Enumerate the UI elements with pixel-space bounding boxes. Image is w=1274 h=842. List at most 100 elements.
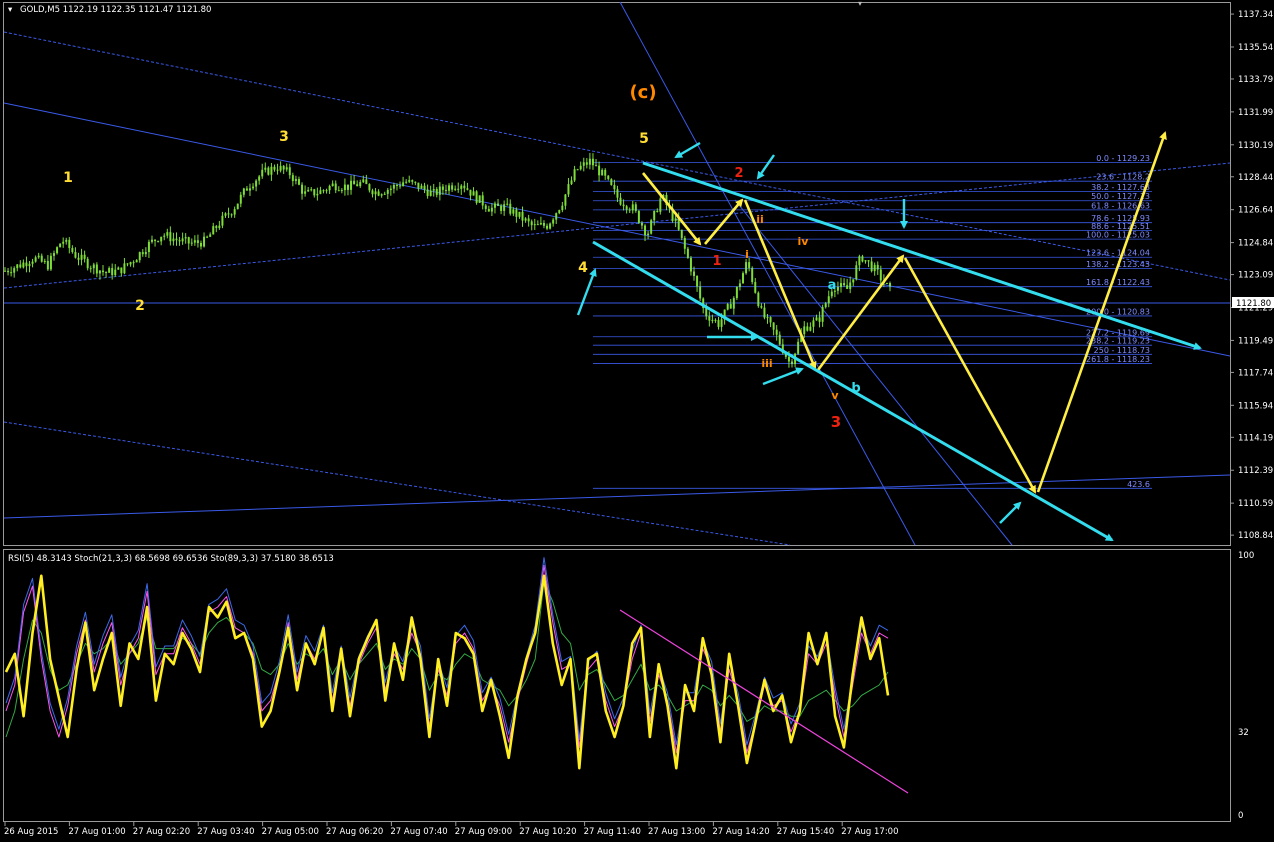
time-label: 27 Aug 07:40 (390, 827, 447, 837)
candle-body (836, 286, 839, 291)
price-label: 1133.79 (1238, 75, 1273, 85)
candle-body (334, 183, 337, 191)
candle-body (25, 262, 28, 267)
candle-body (827, 296, 830, 304)
candle-body (766, 317, 769, 319)
candle-body (279, 165, 282, 171)
wave-label: a (828, 278, 837, 293)
wave-label: 5 (639, 131, 649, 147)
candle-body (656, 210, 659, 212)
oscillator-series (4, 557, 909, 794)
candle-body (108, 268, 111, 273)
candle-body (622, 204, 625, 207)
candle-body (83, 254, 86, 259)
candle-body (493, 203, 496, 208)
candle-body (628, 209, 631, 211)
candle-body (218, 225, 221, 228)
candle-body (769, 317, 772, 323)
candle-body (178, 240, 181, 242)
candle-body (221, 215, 224, 226)
pointer-arrow (674, 141, 701, 159)
candle-body (561, 205, 564, 211)
candle-body (114, 269, 117, 276)
scroll-marker-icon[interactable]: ▾ (858, 0, 862, 8)
trend-line (619, 1, 916, 546)
chart-dropdown-icon[interactable]: ▾ (8, 5, 13, 15)
candle-body (89, 268, 92, 270)
candle-body (591, 158, 594, 166)
candle-body (527, 218, 530, 222)
candle-body (533, 224, 536, 226)
pointer-arrow (756, 154, 775, 180)
oscillator-axis-label: 100 (1238, 551, 1254, 561)
time-label: 27 Aug 17:00 (841, 827, 898, 837)
time-label: 27 Aug 13:00 (648, 827, 705, 837)
wave-label: 2 (135, 298, 145, 314)
time-label: 27 Aug 01:00 (68, 827, 125, 837)
candle-body (245, 188, 248, 191)
candle-body (870, 261, 873, 272)
candle-body (738, 283, 741, 287)
candle-body (199, 242, 202, 247)
channel-lines (3, 1, 1231, 546)
wave-label: iv (798, 235, 810, 248)
candle-body (328, 186, 331, 191)
candle-body (304, 191, 307, 194)
candle-body (454, 188, 457, 190)
candle-body (448, 185, 451, 191)
wave-label: 3 (831, 413, 841, 431)
main-chart-title: GOLD,M5 1122.19 1122.35 1121.47 1121.80 (20, 5, 211, 15)
candle-body (276, 169, 279, 171)
candle-body (135, 260, 138, 263)
candle-body (745, 262, 748, 274)
candle-body (683, 237, 686, 249)
candle-body (711, 319, 714, 321)
candle-body (144, 252, 147, 255)
candle-body (307, 189, 310, 192)
candle-body (86, 258, 89, 269)
candle-body (634, 204, 637, 211)
candle-body (438, 186, 441, 195)
candle-body (751, 267, 754, 282)
candle-body (469, 189, 472, 196)
candle-body (500, 205, 503, 211)
candle-body (325, 190, 328, 192)
time-label: 27 Aug 06:20 (326, 827, 383, 837)
candle-body (147, 241, 150, 253)
candle-body (858, 256, 861, 266)
candle-body (362, 179, 365, 183)
candle-body (310, 189, 313, 191)
time-axis: 26 Aug 2015 27 Aug 01:00 27 Aug 02:20 27 Au… (4, 822, 899, 837)
price-label: 1112.39 (1238, 466, 1273, 476)
candle-body (549, 223, 552, 229)
candle-body (62, 241, 65, 244)
candle-body (659, 198, 662, 212)
price-label: 1124.84 (1238, 239, 1273, 249)
candle-body (346, 184, 349, 190)
candle-body (319, 190, 322, 194)
candle-body (248, 188, 251, 191)
time-label: 27 Aug 11:40 (584, 827, 641, 837)
candle-body (441, 186, 444, 190)
candle-body (236, 203, 239, 210)
candle-body (368, 184, 371, 191)
candle-body (521, 211, 524, 221)
price-label: 1135.54 (1238, 43, 1273, 53)
candle-body (506, 203, 509, 205)
candle-body (812, 320, 815, 327)
candle-body (230, 214, 233, 216)
candle-body (386, 190, 389, 194)
candle-body (233, 209, 236, 215)
candle-body (92, 264, 95, 269)
candle-body (340, 190, 343, 192)
candle-body (95, 264, 98, 274)
candle-body (282, 165, 285, 170)
candle-body (212, 226, 215, 235)
candle-body (331, 183, 334, 187)
fib-label: 423.6 (1127, 480, 1150, 489)
candle-body (475, 191, 478, 203)
candle-body (601, 169, 604, 176)
candle-body (285, 167, 288, 170)
candle-body (126, 263, 129, 265)
candle-body (714, 319, 717, 321)
